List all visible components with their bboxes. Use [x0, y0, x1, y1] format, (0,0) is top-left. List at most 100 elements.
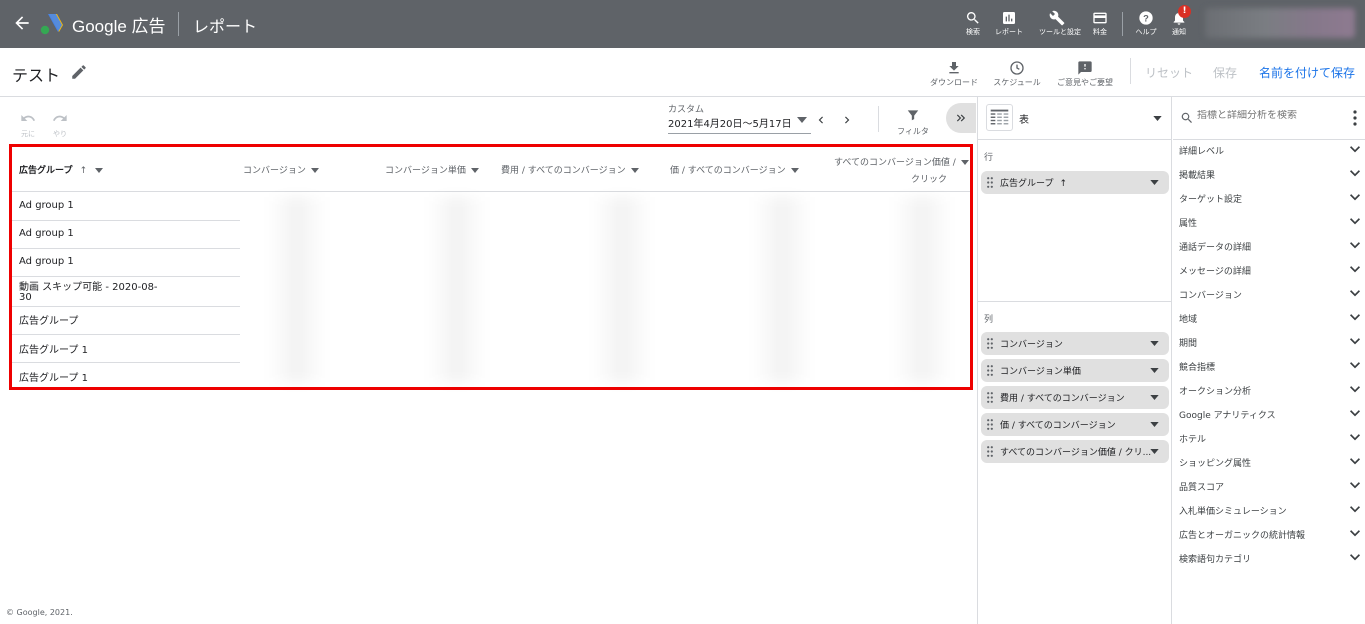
- category-item[interactable]: 属性: [1173, 211, 1365, 235]
- table-row[interactable]: 広告グループ 1: [12, 363, 240, 391]
- caret-down-icon: [95, 168, 104, 173]
- column-chip[interactable]: 価 / すべてのコンバージョン: [981, 413, 1169, 436]
- table-row[interactable]: 広告グループ: [12, 307, 240, 335]
- report-table: 広告グループ ↑ コンバージョン コンバージョン単価 費用 / すべてのコンバー…: [9, 144, 973, 390]
- feedback-button[interactable]: ご意見やご要望: [1056, 60, 1114, 88]
- caret-down-icon: [630, 168, 639, 173]
- chevron-down-icon: [1350, 194, 1360, 201]
- date-range-selector[interactable]: 2021年4月20日～5月17日: [668, 115, 792, 130]
- redo-button[interactable]: やり: [50, 110, 70, 139]
- column-chip[interactable]: すべてのコンバージョン価値 / クリ...: [981, 440, 1169, 463]
- top-app-bar: Google 広告 レポート 検索 レポート ツールと設定 料金 ? ヘルプ 通…: [0, 0, 1365, 48]
- table-row[interactable]: Ad group 1: [12, 221, 240, 249]
- pencil-icon[interactable]: [70, 63, 88, 81]
- table-row[interactable]: 動画 スキップ可能 - 2020-08- 30: [12, 277, 240, 307]
- caret-down-icon: [1150, 395, 1159, 400]
- back-arrow-icon[interactable]: [12, 13, 32, 33]
- chevron-down-icon: [1350, 506, 1360, 513]
- column-chip[interactable]: 費用 / すべてのコンバージョン: [981, 386, 1169, 409]
- more-vert-icon[interactable]: [1350, 110, 1360, 126]
- report-header: テスト ダウンロード スケジュール ご意見やご要望 リセット 保存 名前を付けて…: [0, 48, 1365, 97]
- chevron-down-icon: [1350, 386, 1360, 393]
- category-item[interactable]: 期間: [1173, 331, 1365, 355]
- column-header-all-conv-value-per-click[interactable]: すべてのコンバージョン価値 / クリック: [834, 155, 969, 185]
- chevron-right-icon[interactable]: [840, 113, 854, 127]
- row-chip-ad-group[interactable]: 広告グループ ↑: [981, 171, 1169, 194]
- chevron-down-icon: [1350, 218, 1360, 225]
- reset-button[interactable]: リセット: [1145, 64, 1193, 81]
- visualization-panel: 表 行 広告グループ ↑ 列 コンバージョン コンバージョン単価 費用 / すべて…: [977, 97, 1172, 624]
- category-item[interactable]: ホテル: [1173, 427, 1365, 451]
- category-item[interactable]: オークション分析: [1173, 379, 1365, 403]
- undo-icon: [21, 115, 35, 121]
- caret-down-icon: [1153, 116, 1162, 121]
- caret-down-icon[interactable]: [797, 117, 807, 123]
- category-item[interactable]: 掲載結果: [1173, 163, 1365, 187]
- copyright: © Google, 2021.: [6, 608, 73, 617]
- visualization-type-label: 表: [1019, 115, 1029, 126]
- category-item[interactable]: コンバージョン: [1173, 283, 1365, 307]
- chevron-down-icon: [1350, 434, 1360, 441]
- column-chip[interactable]: コンバージョン: [981, 332, 1169, 355]
- schedule-button[interactable]: スケジュール: [993, 60, 1041, 88]
- drag-handle-icon: [987, 338, 993, 349]
- caret-down-icon: [310, 168, 319, 173]
- category-item[interactable]: ターゲット設定: [1173, 187, 1365, 211]
- redo-icon: [53, 115, 67, 121]
- table-row[interactable]: Ad group 1: [12, 249, 240, 277]
- chevron-left-icon[interactable]: [814, 113, 828, 127]
- caret-down-icon: [1150, 449, 1159, 454]
- download-icon: [949, 62, 959, 74]
- visualization-type-select[interactable]: 表: [978, 97, 1171, 140]
- save-button[interactable]: 保存: [1213, 64, 1237, 81]
- undo-button[interactable]: 元に: [18, 110, 38, 139]
- top-divider: [1122, 12, 1123, 36]
- metrics-search-input[interactable]: [1197, 110, 1337, 121]
- top-search-button[interactable]: 検索: [955, 8, 991, 36]
- column-header-cost-all-conversions[interactable]: 費用 / すべてのコンバージョン: [501, 163, 639, 176]
- column-chip[interactable]: コンバージョン単価: [981, 359, 1169, 382]
- category-item[interactable]: 入札単価シミュレーション: [1173, 499, 1365, 523]
- column-header-conversions[interactable]: コンバージョン: [243, 163, 319, 176]
- category-item[interactable]: 通話データの詳細: [1173, 235, 1365, 259]
- category-item[interactable]: 競合指標: [1173, 355, 1365, 379]
- blurred-values: [892, 197, 952, 382]
- caret-down-icon: [1150, 341, 1159, 346]
- category-item[interactable]: 検索語句カテゴリ: [1173, 547, 1365, 571]
- category-item[interactable]: 広告とオーガニックの統計情報: [1173, 523, 1365, 547]
- category-item[interactable]: 地域: [1173, 307, 1365, 331]
- top-help-button[interactable]: ? ヘルプ: [1128, 8, 1164, 36]
- category-item[interactable]: 品質スコア: [1173, 475, 1365, 499]
- header-divider: [1130, 58, 1131, 84]
- reports-icon: [1003, 12, 1015, 24]
- category-item[interactable]: メッセージの詳細: [1173, 259, 1365, 283]
- arrow-up-icon: ↑: [79, 166, 88, 176]
- table-row[interactable]: Ad group 1: [12, 192, 240, 221]
- chevron-down-icon: [1350, 338, 1360, 345]
- column-header-cost-per-conversion[interactable]: コンバージョン単価: [385, 163, 479, 176]
- download-button[interactable]: ダウンロード: [930, 60, 978, 88]
- top-reports-button[interactable]: レポート: [991, 8, 1027, 36]
- top-billing-button[interactable]: 料金: [1082, 8, 1118, 36]
- column-header-ad-group[interactable]: 広告グループ ↑: [19, 163, 104, 176]
- category-item[interactable]: ショッピング属性: [1173, 451, 1365, 475]
- date-range-label: カスタム: [668, 105, 705, 115]
- table-row[interactable]: 広告グループ 1: [12, 335, 240, 363]
- chevron-down-icon: [1350, 314, 1360, 321]
- category-item[interactable]: 詳細レベル: [1173, 139, 1365, 163]
- category-item[interactable]: Google アナリティクス: [1173, 403, 1365, 427]
- top-tools-button[interactable]: ツールと設定: [1039, 8, 1081, 36]
- column-header-value-all-conversions[interactable]: 価 / すべてのコンバージョン: [670, 163, 799, 176]
- product-name: Google 広告: [72, 17, 166, 36]
- search-icon: [1181, 112, 1192, 123]
- filter-button[interactable]: フィルタ: [896, 107, 930, 137]
- account-avatar[interactable]: [1205, 8, 1355, 38]
- billing-icon: [1093, 12, 1107, 24]
- help-icon: ?: [1139, 11, 1153, 25]
- save-as-button[interactable]: 名前を付けて保存: [1259, 64, 1355, 81]
- expand-panel-button[interactable]: [946, 103, 976, 133]
- caret-down-icon: [1150, 180, 1159, 185]
- google-ads-logo-icon: [40, 14, 63, 35]
- section-divider: [978, 301, 1171, 302]
- chevron-down-icon: [1350, 530, 1360, 537]
